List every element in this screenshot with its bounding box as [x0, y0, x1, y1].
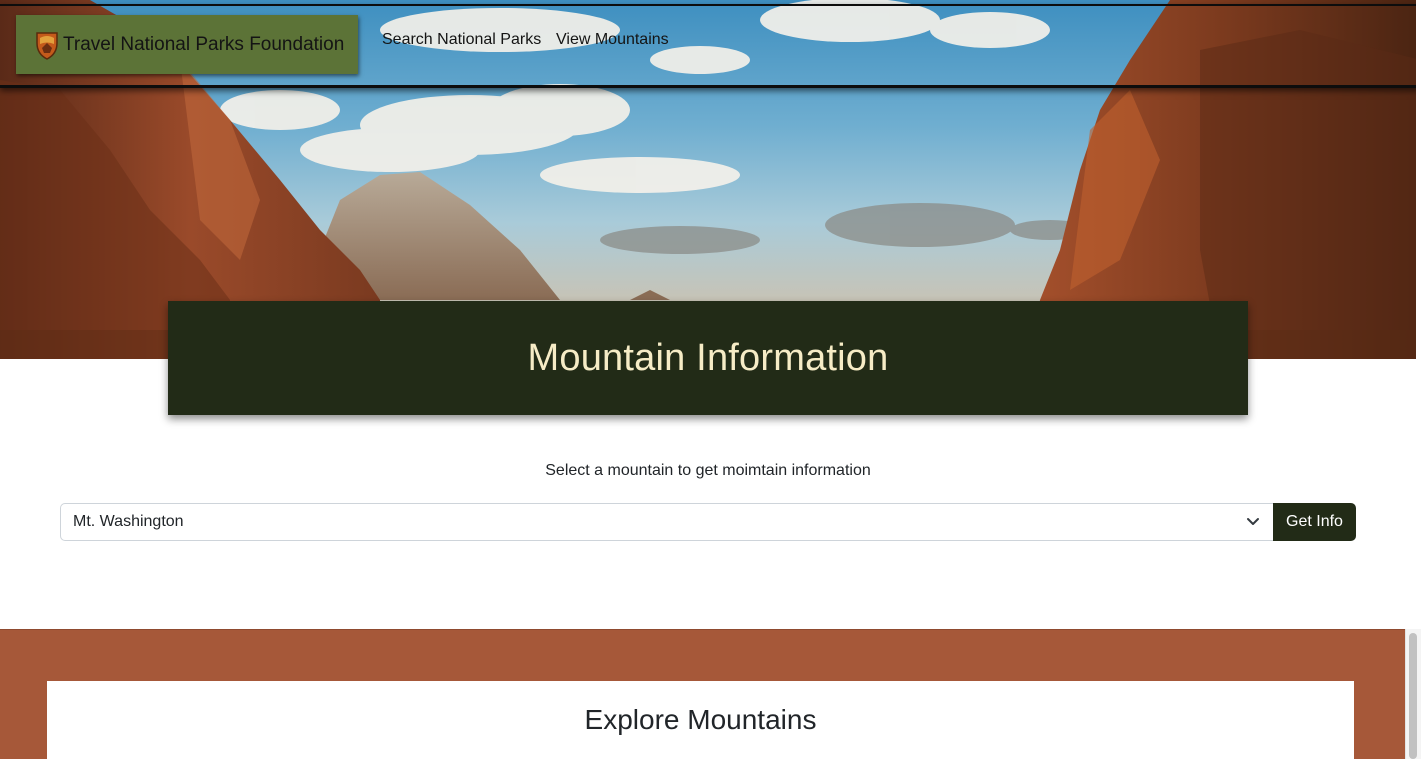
- page-title: Mountain Information: [527, 336, 889, 379]
- chevron-down-icon: [1247, 518, 1259, 525]
- scrollbar[interactable]: [1405, 629, 1421, 759]
- explore-section: Explore Mountains: [0, 629, 1405, 759]
- nav-link-search-parks[interactable]: Search National Parks: [382, 31, 541, 49]
- select-prompt: Select a mountain to get moimtain inform…: [545, 462, 871, 479]
- explore-card: Explore Mountains: [47, 681, 1354, 759]
- scrollbar-thumb[interactable]: [1409, 633, 1417, 759]
- park-shield-icon: [34, 30, 60, 60]
- nav-link-view-mountains[interactable]: View Mountains: [556, 31, 669, 49]
- brand-logo-link[interactable]: Travel National Parks Foundation: [16, 15, 358, 74]
- navbar: Travel National Parks Foundation Search …: [0, 4, 1421, 88]
- get-info-button[interactable]: Get Info: [1273, 503, 1356, 541]
- mountain-select-value: Mt. Washington: [73, 513, 184, 530]
- page-edge: [1416, 0, 1421, 629]
- mountain-select[interactable]: Mt. Washington: [60, 503, 1274, 541]
- brand-name: Travel National Parks Foundation: [63, 33, 345, 55]
- explore-title: Explore Mountains: [584, 704, 817, 735]
- page-title-banner: Mountain Information: [168, 301, 1248, 415]
